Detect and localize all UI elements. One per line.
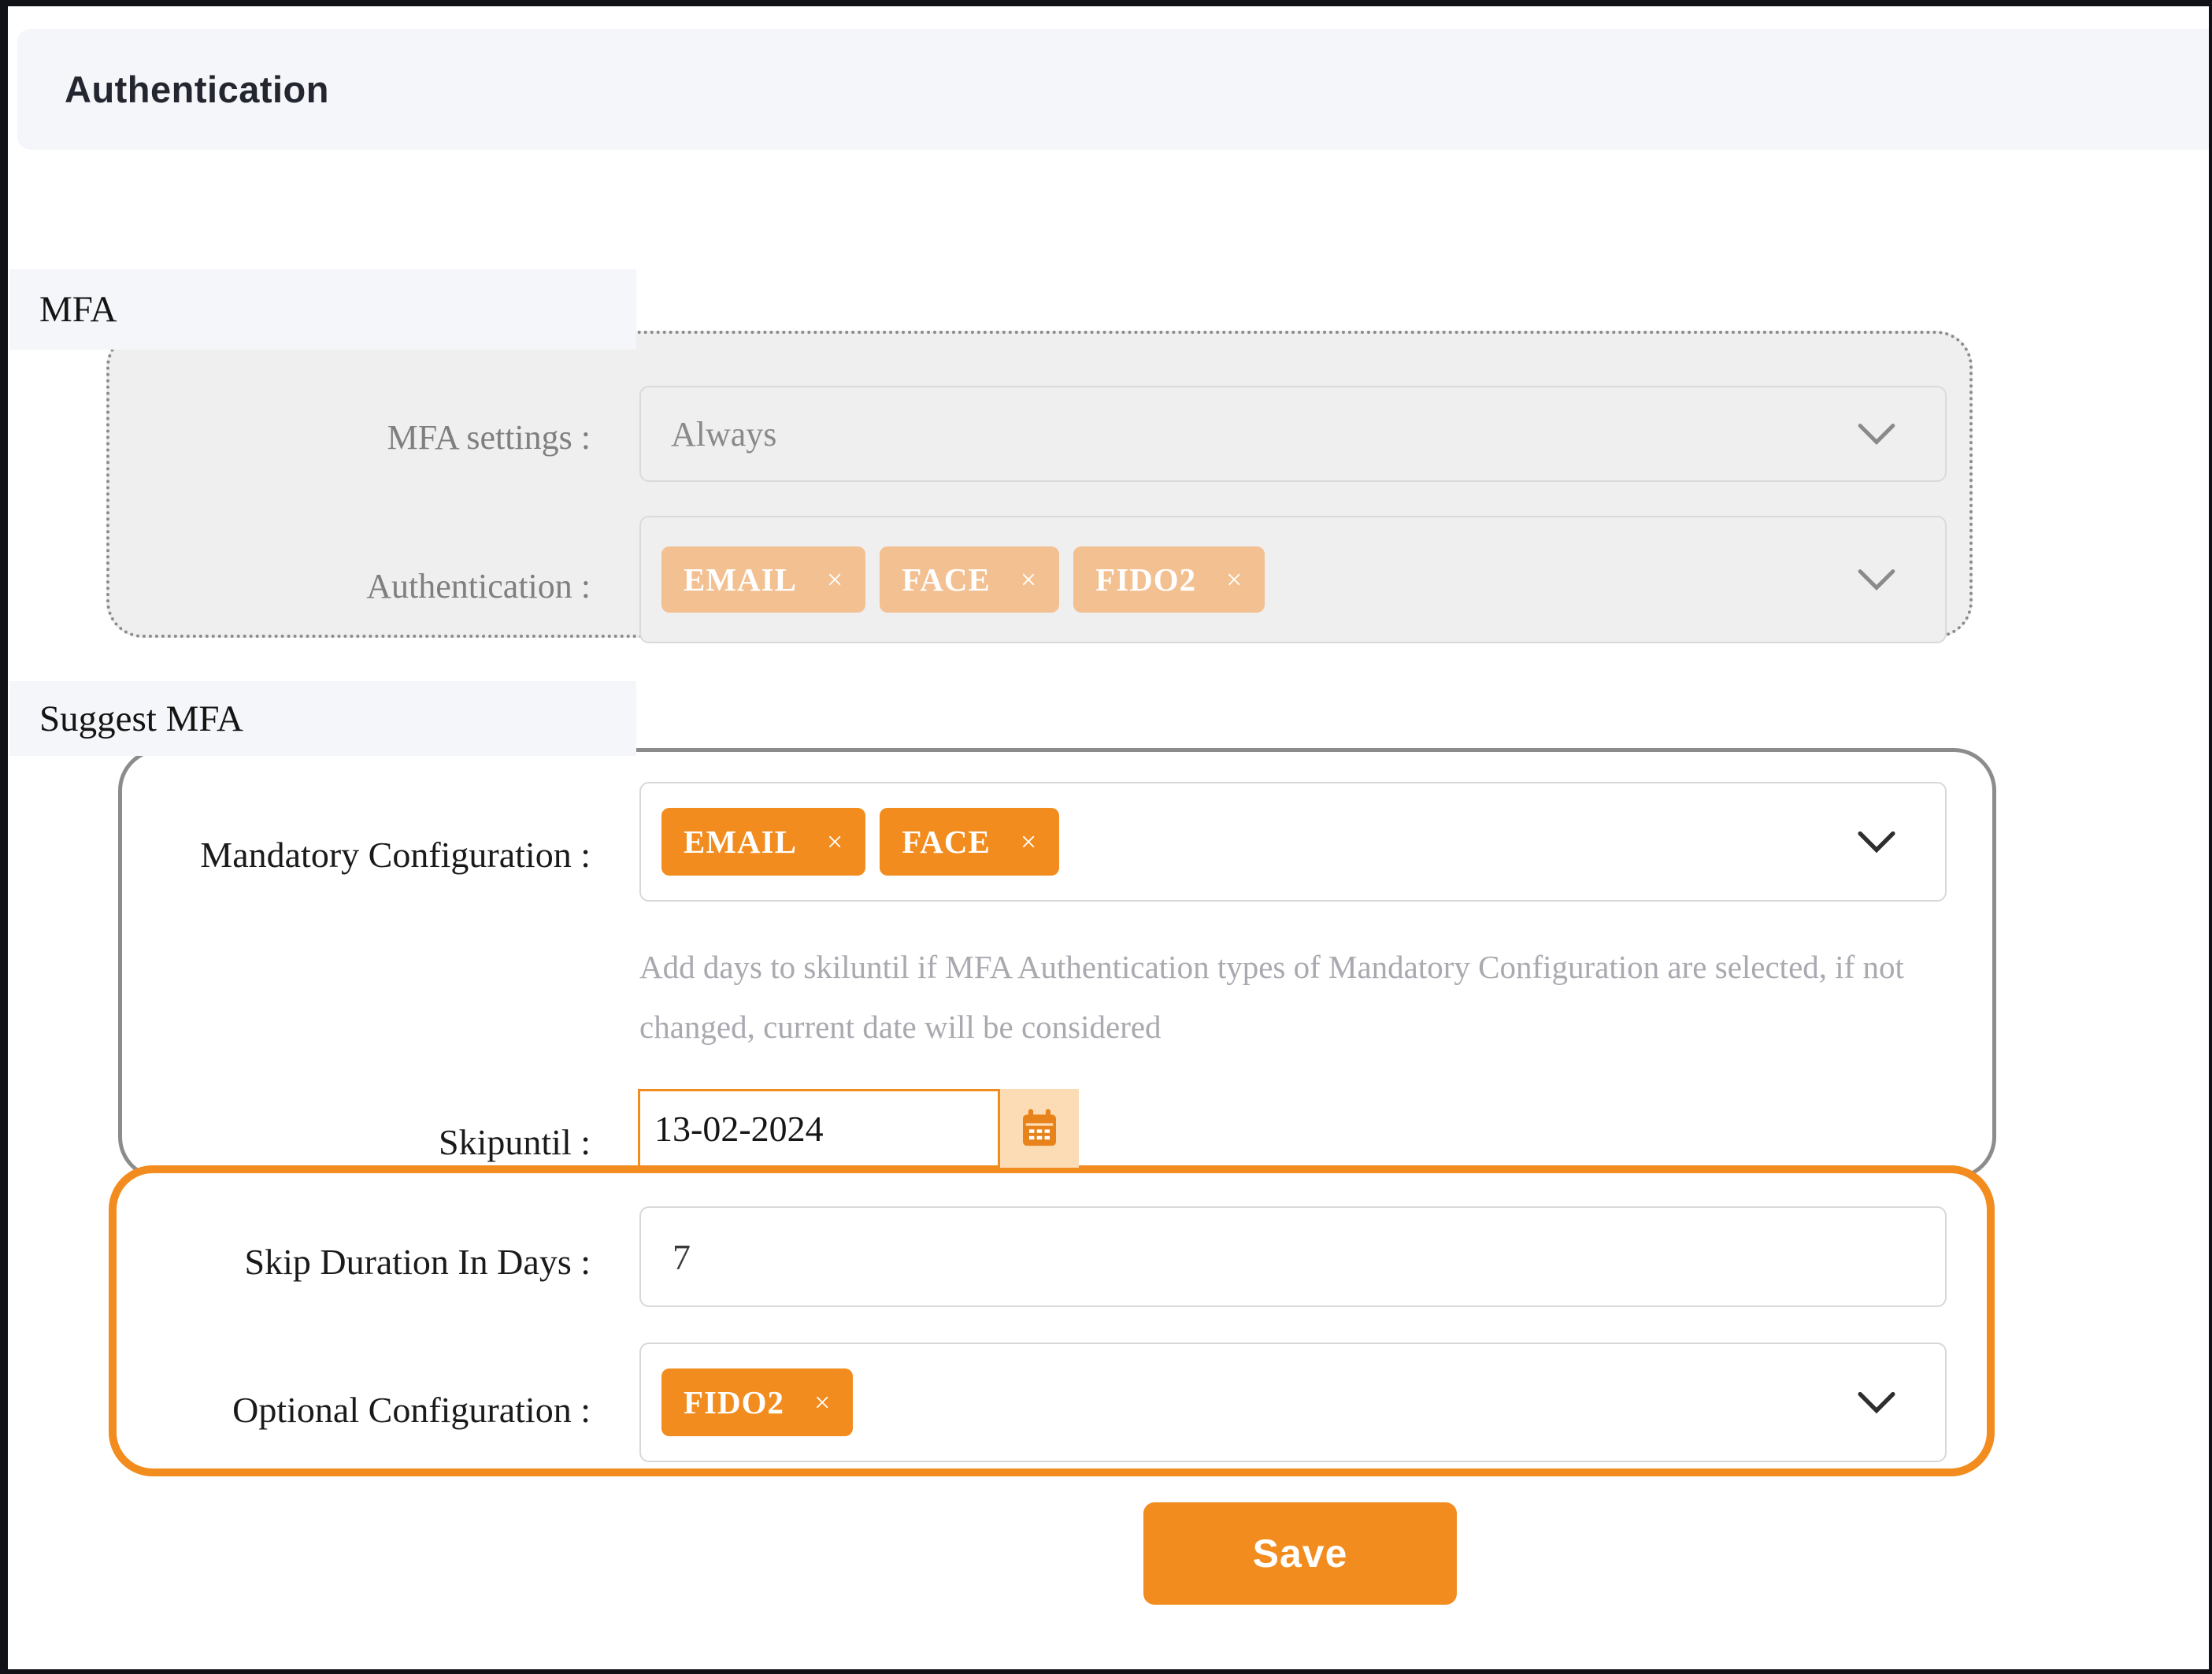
skip-duration-label: Skip Duration In Days : (8, 1235, 591, 1290)
mandatory-configuration-label: Mandatory Configuration : (8, 828, 591, 883)
close-icon[interactable]: × (1021, 828, 1037, 856)
page-title: Authentication (65, 68, 329, 111)
calendar-icon (1017, 1106, 1062, 1150)
save-button[interactable]: Save (1143, 1502, 1457, 1605)
chevron-down-icon[interactable] (1857, 1391, 1896, 1414)
skipuntil-label: Skipuntil : (8, 1115, 591, 1170)
skipuntil-date-field (638, 1089, 1079, 1168)
close-icon[interactable]: × (1021, 565, 1037, 594)
page-header: Authentication (17, 29, 2209, 150)
calendar-button[interactable] (1000, 1089, 1079, 1168)
skipuntil-date-input[interactable] (638, 1089, 1000, 1168)
optional-configuration-label: Optional Configuration : (8, 1383, 591, 1438)
chevron-down-icon[interactable] (1857, 568, 1896, 591)
tag-fido2: FIDO2 × (661, 1368, 853, 1436)
authentication-label: Authentication : (8, 559, 591, 614)
close-icon[interactable]: × (814, 1388, 831, 1417)
mfa-settings-value: Always (671, 414, 776, 454)
tag-face: FACE × (880, 808, 1059, 876)
close-icon[interactable]: × (827, 565, 843, 594)
mandatory-configuration-multiselect[interactable]: EMAIL × FACE × (639, 782, 1947, 902)
section-label-mfa: MFA (9, 269, 636, 350)
skipuntil-help-text: Add days to skiluntil if MFA Authenticat… (639, 937, 1994, 1057)
tag-face: FACE × (880, 546, 1059, 613)
chevron-down-icon[interactable] (1857, 830, 1896, 854)
optional-configuration-multiselect[interactable]: FIDO2 × (639, 1343, 1947, 1462)
authentication-settings-page: Authentication MFA Suggest MFA MFA setti… (0, 0, 2212, 1674)
mfa-settings-label: MFA settings : (8, 410, 591, 465)
tag-email: EMAIL × (661, 808, 865, 876)
close-icon[interactable]: × (1226, 565, 1243, 594)
tag-email: EMAIL × (661, 546, 865, 613)
skip-duration-input[interactable] (639, 1206, 1947, 1307)
close-icon[interactable]: × (827, 828, 843, 856)
tag-fido2: FIDO2 × (1073, 546, 1265, 613)
chevron-down-icon[interactable] (1857, 422, 1896, 446)
section-label-suggest-mfa: Suggest MFA (9, 681, 636, 756)
mfa-settings-select[interactable]: Always (639, 386, 1947, 482)
authentication-multiselect[interactable]: EMAIL × FACE × FIDO2 × (639, 516, 1947, 643)
